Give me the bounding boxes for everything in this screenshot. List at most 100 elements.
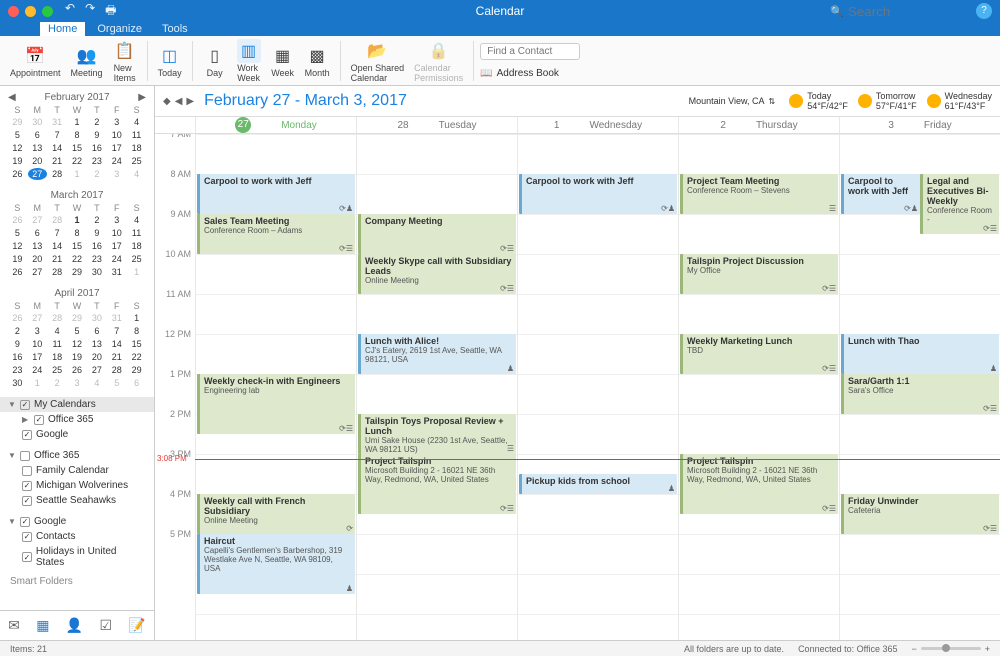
location-picker[interactable]: Mountain View, CA⇅ [689, 96, 776, 106]
mini-day[interactable]: 12 [68, 338, 87, 350]
mini-day[interactable]: 24 [107, 155, 126, 167]
day-header[interactable]: 3Friday [839, 117, 1000, 133]
permissions-button[interactable]: 🔒Calendar Permissions [410, 37, 467, 85]
mini-day[interactable]: 27 [87, 364, 106, 376]
mini-day[interactable]: 9 [87, 129, 106, 141]
tree-my-calendars[interactable]: ▼✓My Calendars [0, 397, 154, 412]
mini-day[interactable]: 13 [28, 142, 47, 154]
calendar-event[interactable]: Tailspin Toys Proposal Review + LunchUmi… [358, 414, 516, 454]
mini-day[interactable]: 26 [8, 168, 27, 180]
new-items-button[interactable]: 📋New Items [109, 37, 141, 85]
mini-day[interactable]: 5 [8, 227, 27, 239]
mini-day[interactable]: 11 [48, 338, 67, 350]
prev-month-icon[interactable]: ◀ [8, 92, 16, 103]
calendar-event[interactable]: Pickup kids from school♟ [519, 474, 677, 494]
calendar-event[interactable]: Project TailspinMicrosoft Building 2 - 1… [358, 454, 516, 514]
mini-day[interactable]: 2 [87, 214, 106, 226]
tab-tools[interactable]: Tools [154, 22, 196, 36]
mini-day[interactable]: 30 [8, 377, 27, 389]
prev-week-icon[interactable]: ◀ [175, 96, 183, 107]
calendar-event[interactable]: Project Team MeetingConference Room – St… [680, 174, 838, 214]
mini-day[interactable]: 25 [127, 155, 146, 167]
next-month-icon[interactable]: ▶ [138, 92, 146, 103]
mini-day[interactable]: 4 [127, 116, 146, 128]
mini-day[interactable]: 23 [8, 364, 27, 376]
calendar-event[interactable]: Legal and Executives Bi-WeeklyConference… [920, 174, 999, 234]
mini-day[interactable]: 8 [68, 227, 87, 239]
mini-day[interactable]: 3 [107, 116, 126, 128]
tree-google-b[interactable]: ▼✓Google [0, 514, 154, 529]
calendar-event[interactable]: HaircutCapelli's Gentlemen's Barbershop,… [197, 534, 355, 594]
notes-icon[interactable]: 📝 [128, 617, 145, 634]
undo-icon[interactable]: ↶ [65, 1, 75, 22]
next-week-icon[interactable]: ▶ [186, 96, 194, 107]
appointment-button[interactable]: 📅Appointment [6, 42, 65, 80]
day-column[interactable]: Project Team MeetingConference Room – St… [678, 134, 839, 640]
mini-day[interactable]: 6 [87, 325, 106, 337]
zoom-icon[interactable] [42, 6, 53, 17]
work-week-button[interactable]: ▥Work Week [233, 37, 265, 85]
calendar-event[interactable]: Lunch with Thao♟ [841, 334, 999, 374]
week-button[interactable]: ▦Week [267, 42, 299, 80]
mini-day[interactable]: 7 [48, 227, 67, 239]
today-button[interactable]: ◫Today [154, 42, 186, 80]
weather-day[interactable]: Today54°F/42°F [789, 91, 848, 111]
mini-day[interactable]: 21 [107, 351, 126, 363]
mini-day[interactable]: 19 [68, 351, 87, 363]
calendar-event[interactable]: Friday UnwinderCafeteria⟳☰ [841, 494, 999, 534]
mini-day[interactable]: 22 [68, 155, 87, 167]
month-button[interactable]: ▩Month [301, 42, 334, 80]
calendar-event[interactable]: Weekly call with French SubsidiaryOnline… [197, 494, 355, 534]
mini-day[interactable]: 29 [68, 266, 87, 278]
mini-day[interactable]: 28 [48, 168, 67, 180]
mini-day[interactable]: 15 [68, 142, 87, 154]
close-icon[interactable] [8, 6, 19, 17]
mini-day[interactable]: 13 [87, 338, 106, 350]
mini-day[interactable]: 4 [127, 214, 146, 226]
mini-day[interactable]: 29 [127, 364, 146, 376]
calendar-event[interactable]: Sara/Garth 1:1Sara's Office⟳☰ [841, 374, 999, 414]
mini-day[interactable]: 27 [28, 168, 47, 180]
calendar-nav-icon[interactable]: ▦ [36, 617, 49, 634]
mini-day[interactable]: 27 [28, 266, 47, 278]
calendar-event[interactable]: Weekly Marketing LunchTBD⟳☰ [680, 334, 838, 374]
mini-day[interactable]: 5 [68, 325, 87, 337]
calendar-event[interactable]: Company Meeting⟳☰ [358, 214, 516, 254]
tree-family[interactable]: Family Calendar [0, 463, 154, 478]
print-icon[interactable]: 🖶 [105, 1, 116, 22]
mini-day[interactable]: 2 [87, 116, 106, 128]
open-shared-button[interactable]: 📂Open Shared Calendar [347, 37, 409, 85]
mail-icon[interactable]: ✉ [8, 617, 20, 634]
mini-day[interactable]: 1 [68, 116, 87, 128]
mini-day[interactable]: 11 [127, 129, 146, 141]
mini-day[interactable]: 1 [68, 214, 87, 226]
weather-day[interactable]: Wednesday61°F/43°F [927, 91, 992, 111]
day-column[interactable]: Carpool to work with Jeff⟳♟Legal and Exe… [839, 134, 1000, 640]
mini-day[interactable]: 23 [87, 253, 106, 265]
mini-day[interactable]: 14 [48, 240, 67, 252]
address-book-button[interactable]: 📖Address Book [480, 68, 580, 79]
mini-day[interactable]: 25 [127, 253, 146, 265]
mini-day[interactable]: 28 [48, 266, 67, 278]
tree-seattle[interactable]: ✓Seattle Seahawks [0, 493, 154, 508]
people-icon[interactable]: 👤 [66, 617, 83, 634]
mini-day[interactable]: 3 [28, 325, 47, 337]
find-contact-input[interactable] [480, 43, 580, 60]
mini-day[interactable]: 20 [28, 253, 47, 265]
calendar-event[interactable]: Weekly Skype call with Subsidiary LeadsO… [358, 254, 516, 294]
mini-day[interactable]: 7 [48, 129, 67, 141]
calendar-event[interactable]: Carpool to work with Jeff⟳♟ [841, 174, 920, 214]
mini-day[interactable]: 21 [48, 155, 67, 167]
mini-day[interactable]: 30 [87, 266, 106, 278]
calendar-grid[interactable]: 7 AM8 AM9 AM10 AM11 AM12 PM1 PM2 PM3 PM4… [155, 134, 1000, 640]
mini-day[interactable]: 3 [107, 214, 126, 226]
mini-day[interactable]: 9 [8, 338, 27, 350]
mini-day[interactable]: 18 [48, 351, 67, 363]
mini-day[interactable]: 10 [107, 227, 126, 239]
mini-day[interactable]: 11 [127, 227, 146, 239]
tab-organize[interactable]: Organize [89, 22, 150, 36]
jump-today-icon[interactable]: ◆ [163, 96, 171, 107]
zoom-slider[interactable]: −+ [911, 644, 990, 654]
tasks-icon[interactable]: ☑ [100, 617, 113, 634]
mini-day[interactable]: 24 [107, 253, 126, 265]
